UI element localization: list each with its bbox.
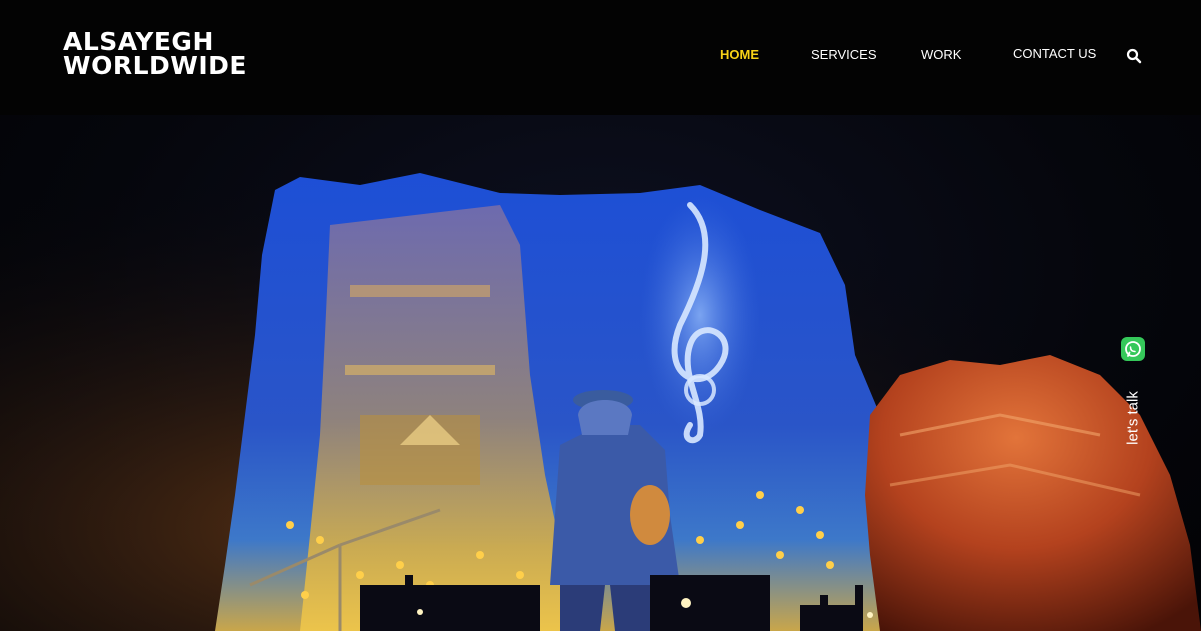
- main-nav: HOME SERVICES WORK CONTACT US: [0, 46, 1201, 67]
- hero-illustration: [0, 115, 1201, 631]
- whatsapp-icon: [1125, 341, 1141, 357]
- site-header: ALSAYEGH WORLDWIDE HOME SERVICES WORK CO…: [0, 0, 1201, 115]
- whatsapp-button[interactable]: [1121, 337, 1145, 361]
- nav-work[interactable]: WORK: [921, 47, 961, 62]
- search-button[interactable]: [1126, 48, 1142, 64]
- hero-image: let's talk: [0, 115, 1201, 631]
- lets-talk-link[interactable]: let's talk: [1125, 391, 1142, 445]
- nav-services[interactable]: SERVICES: [811, 47, 877, 62]
- nav-home[interactable]: HOME: [720, 47, 759, 62]
- nav-contact-us[interactable]: CONTACT US: [1013, 46, 1096, 61]
- search-icon: [1126, 48, 1142, 64]
